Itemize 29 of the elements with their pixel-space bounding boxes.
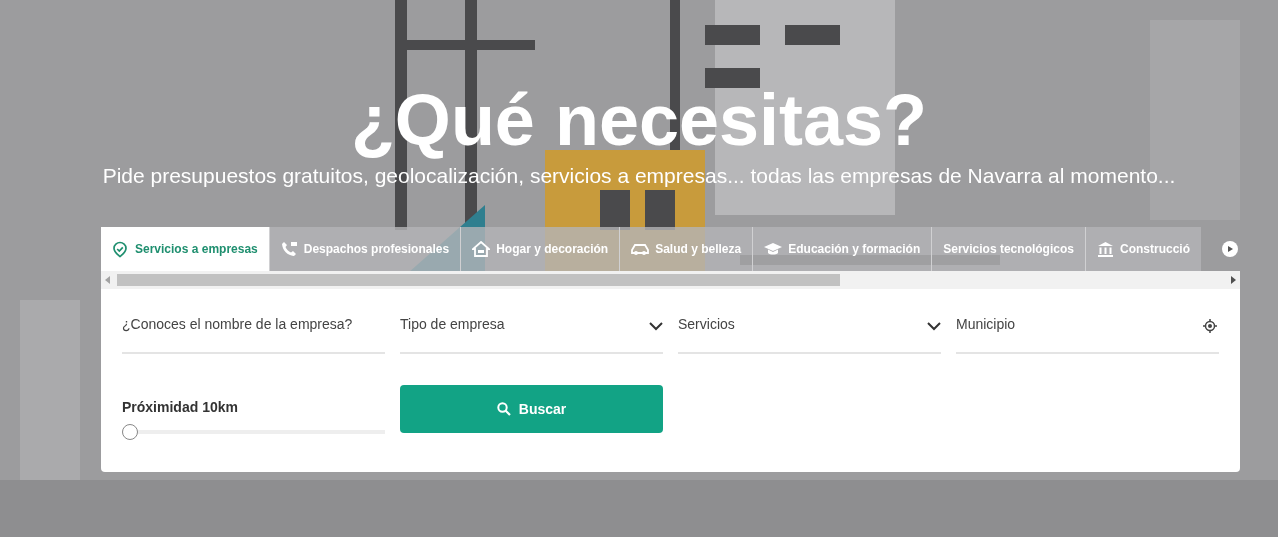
chevron-down-icon: [649, 322, 663, 331]
category-tab[interactable]: Construcció: [1084, 227, 1201, 271]
category-tab[interactable]: Hogar y decoración: [460, 227, 620, 271]
scrollbar-thumb[interactable]: [117, 274, 840, 286]
scroll-right-icon[interactable]: [1230, 276, 1236, 284]
select-field[interactable]: Servicios: [678, 316, 941, 354]
shield-check-icon: [112, 240, 128, 258]
category-tab[interactable]: Servicios a empresas: [101, 227, 269, 271]
slider-thumb[interactable]: [122, 424, 138, 440]
chevron-down-icon: [927, 322, 941, 331]
select-field[interactable]: Tipo de empresa: [400, 316, 663, 354]
slider[interactable]: [122, 424, 385, 440]
input-field[interactable]: ¿Conoces el nombre de la empresa?: [122, 316, 385, 354]
location-field[interactable]: Municipio: [956, 316, 1219, 354]
category-tab[interactable]: Servicios tecnológicos: [931, 227, 1085, 271]
bank-icon: [1096, 240, 1114, 258]
category-tab[interactable]: Educación y formación: [752, 227, 932, 271]
house-icon: [472, 241, 491, 257]
car-icon: [631, 242, 650, 256]
scrollbar[interactable]: [101, 271, 1240, 289]
scroll-left-icon[interactable]: [105, 276, 111, 284]
locate-icon: [1203, 319, 1217, 333]
search-icon: [496, 402, 511, 416]
category-tab[interactable]: Despachos profesionales: [268, 227, 461, 271]
proximity-label: Próximidad 10km: [122, 399, 239, 415]
graduation-cap-icon: [764, 242, 783, 256]
category-tab[interactable]: Salud y belleza: [619, 227, 753, 271]
phone-icon: [280, 241, 298, 257]
search-button[interactable]: Buscar: [400, 385, 663, 433]
